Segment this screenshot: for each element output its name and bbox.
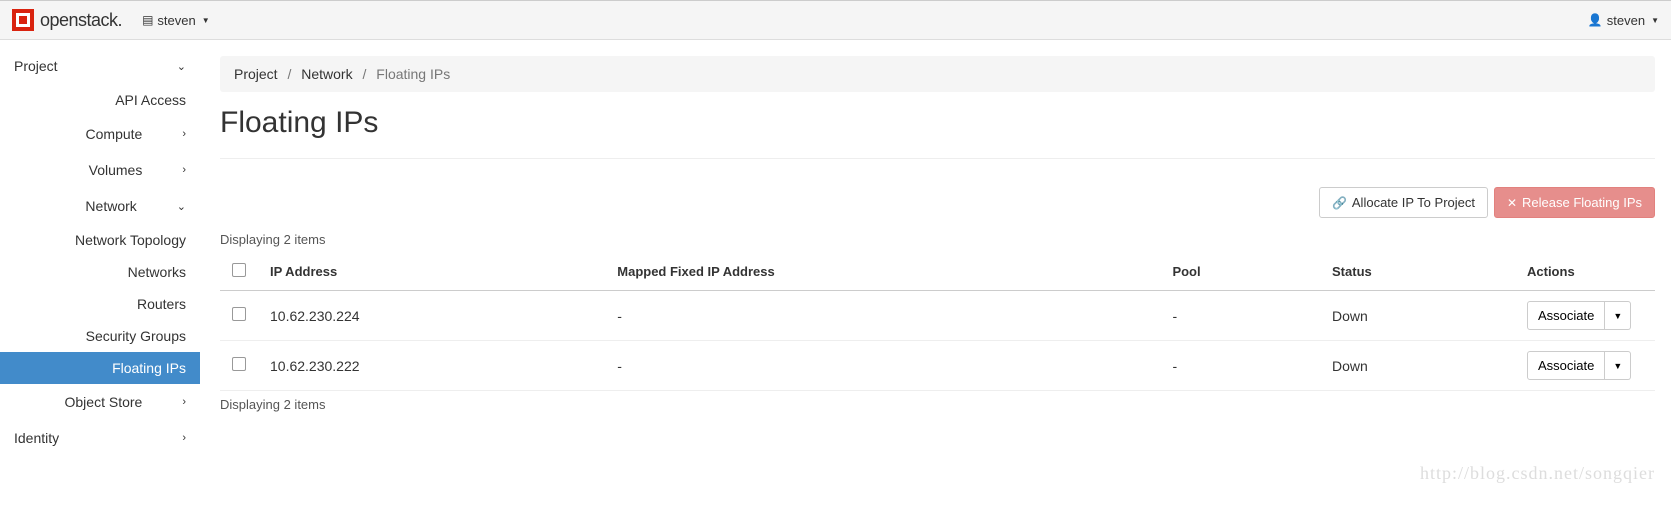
sidebar-item-networks[interactable]: Networks [0, 256, 200, 288]
sidebar-item-api-access[interactable]: API Access [0, 84, 200, 116]
chevron-right-icon: › [182, 432, 186, 444]
row-action-split-button: Associate ▼ [1527, 301, 1631, 330]
sidebar-item-volumes[interactable]: Volumes › [0, 152, 200, 188]
main-wrap: Project ⌄ API Access Compute › Volumes ›… [0, 40, 1671, 456]
row-action-dropdown[interactable]: ▼ [1605, 351, 1631, 380]
user-icon: 👤 [1588, 13, 1603, 27]
sidebar-item-network-topology[interactable]: Network Topology [0, 224, 200, 256]
breadcrumb-separator: / [287, 66, 291, 82]
row-checkbox[interactable] [232, 357, 246, 371]
link-icon: 🔗 [1332, 196, 1347, 210]
chevron-right-icon: › [182, 128, 186, 140]
project-selector-label: steven [157, 13, 195, 28]
sidebar-item-label: Compute [14, 126, 142, 142]
floating-ips-table: IP Address Mapped Fixed IP Address Pool … [220, 253, 1655, 391]
sidebar-item-project[interactable]: Project ⌄ [0, 48, 200, 84]
display-count-bottom: Displaying 2 items [220, 397, 1655, 412]
sidebar-item-security-groups[interactable]: Security Groups [0, 320, 200, 352]
chevron-down-icon: ⌄ [177, 200, 186, 213]
display-count-top: Displaying 2 items [220, 232, 1655, 247]
cell-status: Down [1320, 341, 1515, 391]
sidebar-item-label: Routers [137, 296, 186, 312]
breadcrumb-item[interactable]: Network [301, 66, 352, 82]
header-ip[interactable]: IP Address [258, 253, 605, 291]
row-checkbox[interactable] [232, 307, 246, 321]
user-menu-label: steven [1607, 13, 1645, 28]
sidebar-item-label: Security Groups [86, 328, 186, 344]
cell-ip: 10.62.230.222 [258, 341, 605, 391]
table-row: 10.62.230.224 - - Down Associate ▼ [220, 291, 1655, 341]
chevron-down-icon: ⌄ [177, 60, 186, 73]
sidebar-item-label: Networks [128, 264, 186, 280]
row-action-dropdown[interactable]: ▼ [1605, 301, 1631, 330]
sidebar-item-identity[interactable]: Identity › [0, 420, 200, 456]
cell-mapped: - [605, 291, 1160, 341]
sidebar-item-label: Network [14, 198, 137, 214]
page-title: Floating IPs [220, 106, 1655, 140]
sidebar-item-label: API Access [115, 92, 186, 108]
header-checkbox-cell [220, 253, 258, 291]
sidebar-item-label: Identity [14, 430, 59, 446]
topbar: openstack. ▤ steven ▼ 👤 steven ▼ [0, 0, 1671, 40]
cell-pool: - [1160, 291, 1320, 341]
project-selector[interactable]: ▤ steven ▼ [142, 13, 210, 28]
sidebar-item-label: Project [14, 58, 58, 74]
button-label: Allocate IP To Project [1352, 195, 1475, 210]
breadcrumb-item[interactable]: Project [234, 66, 278, 82]
cell-mapped: - [605, 341, 1160, 391]
header-pool[interactable]: Pool [1160, 253, 1320, 291]
sidebar-item-routers[interactable]: Routers [0, 288, 200, 320]
divider [220, 158, 1655, 159]
content: Project / Network / Floating IPs Floatin… [200, 40, 1671, 456]
header-mapped[interactable]: Mapped Fixed IP Address [605, 253, 1160, 291]
project-icon: ▤ [142, 13, 153, 27]
header-actions: Actions [1515, 253, 1655, 291]
chevron-right-icon: › [182, 164, 186, 176]
sidebar-item-label: Floating IPs [112, 360, 186, 376]
sidebar: Project ⌄ API Access Compute › Volumes ›… [0, 40, 200, 456]
allocate-ip-button[interactable]: 🔗 Allocate IP To Project [1319, 187, 1488, 218]
associate-button[interactable]: Associate [1527, 301, 1605, 330]
brand-logo[interactable]: openstack. [12, 9, 122, 31]
breadcrumb-current: Floating IPs [376, 66, 450, 82]
openstack-logo-icon [12, 9, 34, 31]
button-label: Release Floating IPs [1522, 195, 1642, 210]
chevron-down-icon: ▼ [1651, 16, 1659, 25]
sidebar-item-label: Object Store [14, 394, 142, 410]
topbar-left: openstack. ▤ steven ▼ [12, 9, 210, 31]
unlink-icon: ✕ [1507, 196, 1517, 210]
brand-text: openstack. [40, 10, 122, 31]
user-menu[interactable]: 👤 steven ▼ [1588, 13, 1659, 28]
sidebar-item-compute[interactable]: Compute › [0, 116, 200, 152]
watermark: http://blog.csdn.net/songqier [1420, 463, 1655, 484]
sidebar-item-floating-ips[interactable]: Floating IPs [0, 352, 200, 384]
sidebar-item-label: Network Topology [75, 232, 186, 248]
chevron-down-icon: ▼ [1613, 311, 1622, 321]
breadcrumb: Project / Network / Floating IPs [220, 56, 1655, 92]
chevron-down-icon: ▼ [202, 16, 210, 25]
cell-ip: 10.62.230.224 [258, 291, 605, 341]
table-header-row: IP Address Mapped Fixed IP Address Pool … [220, 253, 1655, 291]
breadcrumb-separator: / [363, 66, 367, 82]
row-action-split-button: Associate ▼ [1527, 351, 1631, 380]
sidebar-item-label: Volumes [14, 162, 142, 178]
table-row: 10.62.230.222 - - Down Associate ▼ [220, 341, 1655, 391]
header-status[interactable]: Status [1320, 253, 1515, 291]
associate-button[interactable]: Associate [1527, 351, 1605, 380]
cell-status: Down [1320, 291, 1515, 341]
action-row: 🔗 Allocate IP To Project ✕ Release Float… [220, 187, 1655, 218]
sidebar-item-network[interactable]: Network ⌄ [0, 188, 200, 224]
release-ips-button[interactable]: ✕ Release Floating IPs [1494, 187, 1655, 218]
cell-pool: - [1160, 341, 1320, 391]
chevron-right-icon: › [182, 396, 186, 408]
chevron-down-icon: ▼ [1613, 361, 1622, 371]
sidebar-item-object-store[interactable]: Object Store › [0, 384, 200, 420]
select-all-checkbox[interactable] [232, 263, 246, 277]
